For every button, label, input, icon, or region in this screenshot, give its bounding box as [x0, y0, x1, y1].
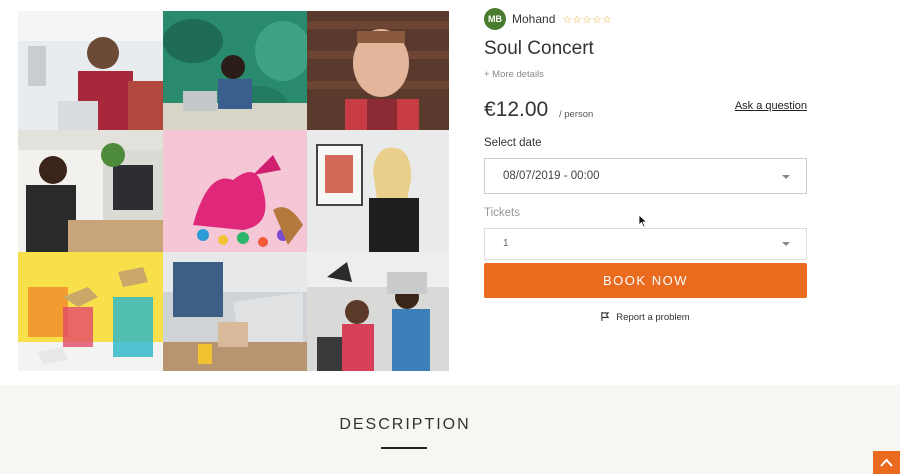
report-problem-label: Report a problem — [616, 312, 690, 323]
gallery-photo-4[interactable] — [18, 130, 163, 252]
more-details-link[interactable]: + More details — [484, 69, 807, 80]
select-date-label: Select date — [484, 137, 542, 149]
gallery-photo-8[interactable] — [163, 252, 307, 371]
book-now-button[interactable]: BOOK NOW — [484, 263, 807, 298]
mouse-cursor-icon — [638, 214, 648, 228]
tickets-value: 1 — [503, 238, 509, 249]
date-select[interactable]: 08/07/2019 - 00:00 — [484, 158, 807, 194]
date-value: 08/07/2019 - 00:00 — [503, 170, 600, 182]
event-title: Soul Concert — [484, 38, 594, 59]
chevron-down-icon — [782, 175, 790, 179]
host-row: MB Mohand ☆☆☆☆☆ — [484, 8, 807, 30]
rating-stars: ☆☆☆☆☆ — [562, 13, 612, 26]
gallery-photo-1[interactable] — [18, 11, 163, 130]
gallery-photo-3[interactable] — [307, 11, 449, 130]
flag-icon — [601, 312, 610, 321]
description-heading: DESCRIPTION — [339, 416, 471, 433]
chevron-up-icon — [880, 458, 893, 467]
tickets-select[interactable]: 1 — [484, 228, 807, 260]
price: €12.00 — [484, 98, 549, 121]
gallery-photo-5[interactable] — [163, 130, 307, 252]
price-row: €12.00 / person Ask a question — [484, 98, 807, 124]
price-unit: / person — [559, 109, 594, 120]
ask-question-link[interactable]: Ask a question — [735, 100, 807, 112]
description-section: DESCRIPTION — [0, 385, 900, 474]
event-page: MB Mohand ☆☆☆☆☆ Soul Concert + More deta… — [0, 0, 900, 474]
host-avatar[interactable]: MB — [484, 8, 506, 30]
host-name[interactable]: Mohand — [512, 12, 555, 26]
photo-gallery — [18, 11, 449, 371]
report-problem-link[interactable]: Report a problem — [484, 312, 807, 323]
gallery-photo-6[interactable] — [307, 130, 449, 252]
booking-panel: MB Mohand ☆☆☆☆☆ Soul Concert + More deta… — [484, 8, 807, 323]
gallery-photo-7[interactable] — [18, 252, 163, 371]
scroll-to-top-button[interactable] — [873, 451, 900, 474]
description-underline — [381, 447, 427, 449]
chevron-down-icon — [782, 242, 790, 246]
gallery-photo-9[interactable] — [307, 252, 449, 371]
gallery-photo-2[interactable] — [163, 11, 307, 130]
